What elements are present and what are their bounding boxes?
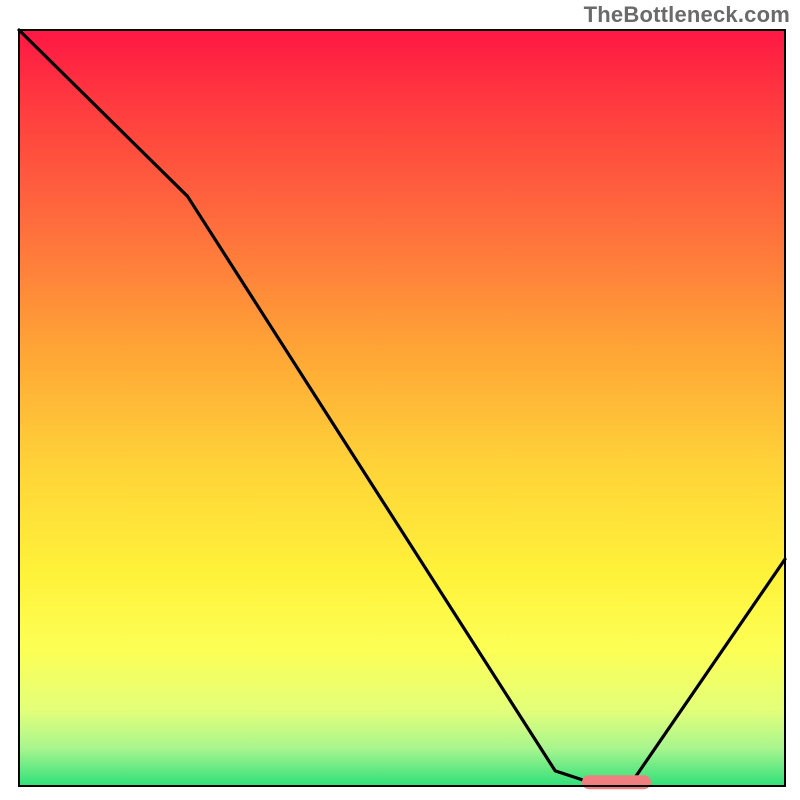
bottleneck-plot (0, 0, 800, 800)
optimal-zone-marker (582, 775, 651, 789)
chart-svg (0, 0, 800, 800)
chart-container: TheBottleneck.com (0, 0, 800, 800)
